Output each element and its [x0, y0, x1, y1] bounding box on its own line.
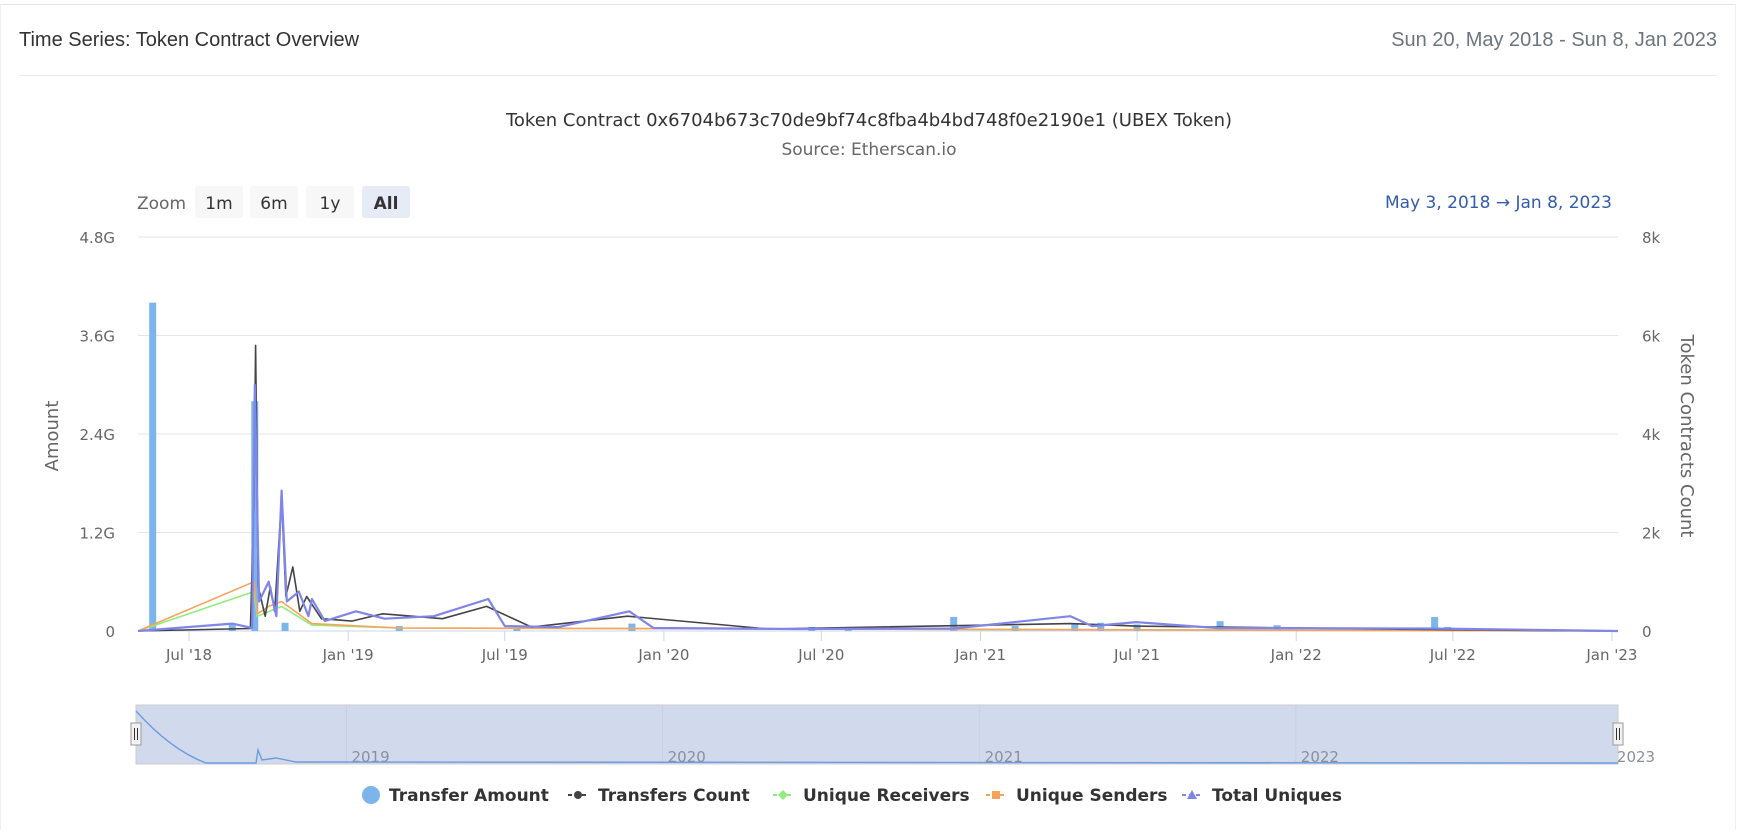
navigator-year-label: 2020 — [668, 748, 706, 766]
y-axis-title: Amount — [42, 401, 63, 472]
navigator-handle-body — [1612, 722, 1624, 746]
grid-lines — [138, 236, 1618, 632]
zoom-button-label: 1y — [320, 194, 341, 214]
x-tick-label: Jul '20 — [797, 646, 844, 664]
legend-label: Total Uniques — [1212, 786, 1342, 806]
zoom-button-6m[interactable]: 6m — [250, 186, 298, 218]
legend-symbol — [1187, 790, 1197, 799]
bar-transfer-amount — [628, 623, 636, 631]
legend-item-unique-receivers[interactable]: Unique Receivers — [773, 786, 970, 806]
x-tick-label: Jul '22 — [1429, 646, 1476, 664]
zoom-button-all[interactable]: All — [362, 186, 410, 218]
y2-tick-label: 2k — [1642, 525, 1661, 543]
x-tick-label: Jul '21 — [1113, 646, 1160, 664]
y-tick-label: 3.6G — [80, 328, 115, 346]
legend-item-transfer-amount[interactable]: Transfer Amount — [362, 786, 549, 806]
zoom-button-label: 1m — [205, 194, 232, 214]
x-tick-label: Jan '19 — [322, 646, 374, 664]
zoom-button-1m[interactable]: 1m — [195, 186, 243, 218]
y2-tick-label: 0 — [1642, 623, 1652, 641]
y-axis-right: 0 2k 4k 6k 8k — [1642, 229, 1661, 641]
range-display-text: May 3, 2018 → Jan 8, 2023 — [1385, 193, 1612, 213]
navigator-year-label: 2023 — [1617, 748, 1655, 766]
navigator-year-label: 2021 — [985, 748, 1023, 766]
y-tick-label: 0 — [105, 623, 115, 641]
chart-svg: Token Contract 0x6704b673c70de9bf74c8fba… — [42, 110, 1697, 806]
zoom-button-label: All — [374, 194, 399, 214]
zoom-buttons: 1m 6m 1y All — [195, 186, 410, 218]
y2-tick-label: 6k — [1642, 328, 1661, 346]
navigator[interactable]: 2019 2020 2021 2022 2023 — [130, 704, 1655, 766]
navigator-handle-left[interactable] — [130, 722, 142, 746]
zoom-button-1y[interactable]: 1y — [306, 186, 354, 218]
zoom-label: Zoom — [137, 194, 186, 214]
y-tick-label: 4.8G — [80, 229, 115, 247]
bar-transfer-amount — [228, 624, 236, 631]
legend-label: Unique Receivers — [803, 786, 970, 806]
x-tick-label: Jul '18 — [165, 646, 212, 664]
y2-axis-title: Token Contracts Count — [1676, 334, 1697, 538]
legend-label: Transfers Count — [598, 786, 750, 806]
legend: Transfer Amount Transfers Count Unique Rec… — [362, 786, 1342, 806]
series-lines — [137, 344, 1619, 633]
series-total-uniques — [137, 383, 1619, 633]
range-display: May 3, 2018 → Jan 8, 2023 — [1385, 193, 1612, 213]
legend-symbol — [778, 790, 788, 800]
y2-tick-label: 8k — [1642, 229, 1661, 247]
x-tick-label: Jan '20 — [637, 646, 689, 664]
series-transfer-amount — [149, 302, 1452, 631]
navigator-year-label: 2019 — [351, 748, 389, 766]
legend-label: Transfer Amount — [389, 786, 549, 806]
bar-transfer-amount — [149, 302, 157, 631]
y-tick-label: 1.2G — [80, 525, 115, 543]
x-tick-label: Jul '19 — [481, 646, 528, 664]
navigator-handle-body — [130, 722, 142, 746]
zoom-button-label: 6m — [260, 194, 287, 214]
legend-symbol — [574, 791, 582, 799]
y-tick-label: 2.4G — [80, 426, 115, 444]
x-axis: Jul '18 Jan '19 Jul '19 Jan '20 Jul '20 Jan '… — [165, 631, 1637, 664]
legend-symbol — [992, 791, 1000, 799]
y-axis-left: 0 1.2G 2.4G 3.6G 4.8G — [80, 229, 115, 641]
legend-item-unique-senders[interactable]: Unique Senders — [986, 786, 1168, 806]
series-transfers-count — [137, 344, 1619, 632]
chart-title: Token Contract 0x6704b673c70de9bf74c8fba… — [505, 110, 1232, 131]
series-unique-senders — [137, 581, 1619, 632]
x-tick-label: Jan '21 — [954, 646, 1006, 664]
legend-item-transfers-count[interactable]: Transfers Count — [568, 786, 750, 806]
chart-subtitle: Source: Etherscan.io — [781, 140, 956, 160]
y2-tick-label: 4k — [1642, 426, 1661, 444]
bar-transfer-amount — [281, 622, 289, 631]
legend-label: Unique Senders — [1016, 786, 1168, 806]
legend-symbol — [362, 786, 380, 804]
navigator-handle-right[interactable] — [1612, 722, 1624, 746]
x-tick-label: Jan '23 — [1585, 646, 1637, 664]
x-tick-label: Jan '22 — [1270, 646, 1322, 664]
legend-item-total-uniques[interactable]: Total Uniques — [1182, 786, 1342, 806]
